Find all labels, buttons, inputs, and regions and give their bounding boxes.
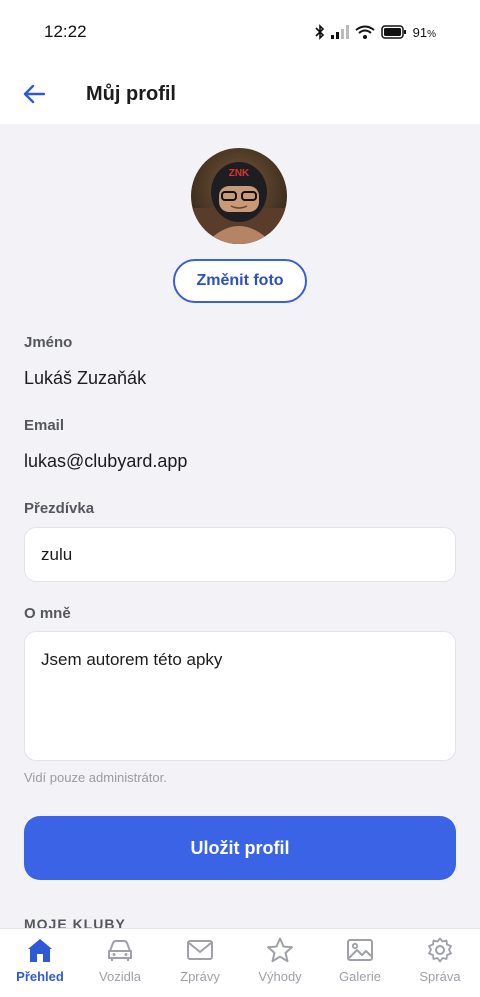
name-label: Jméno (24, 334, 73, 351)
save-profile-button[interactable]: Uložit profil (24, 816, 456, 880)
home-icon (28, 939, 52, 962)
nav-item-zpravy[interactable]: Zprávy (160, 937, 240, 984)
nickname-input[interactable] (24, 527, 456, 582)
nav-item-vozidla[interactable]: Vozidla (80, 937, 160, 984)
bluetooth-icon (315, 24, 324, 40)
nav-label-vyhody: Výhody (258, 969, 302, 984)
avatar: ZNK (191, 148, 287, 244)
change-photo-button[interactable]: Změnit foto (173, 259, 307, 303)
image-icon (347, 939, 373, 961)
clubs-heading: MOJE KLUBY (24, 916, 126, 928)
battery-icon (380, 25, 406, 39)
back-button[interactable] (14, 74, 54, 114)
app-bar: Můj profil (0, 64, 480, 124)
wifi-icon (355, 25, 375, 39)
avatar-image: ZNK (191, 148, 287, 244)
nav-label-prehled: Přehled (16, 969, 64, 984)
nav-label-vozidla: Vozidla (99, 969, 141, 984)
bottom-nav: Přehled Vozidla Zprávy Výhody Galerie Sp… (0, 928, 480, 997)
email-value: lukas@clubyard.app (24, 451, 188, 471)
about-textarea[interactable]: Jsem autorem této apky (24, 631, 456, 761)
avatar-text: ZNK (229, 168, 250, 179)
nav-label-zpravy: Zprávy (180, 969, 220, 984)
nav-item-vyhody[interactable]: Výhody (240, 937, 320, 984)
battery-percent: 91% (412, 24, 436, 40)
name-value: Lukáš Zuzaňák (24, 368, 147, 388)
nav-item-sprava[interactable]: Správa (400, 937, 480, 984)
nav-item-prehled[interactable]: Přehled (0, 937, 80, 984)
arrow-left-icon (23, 84, 45, 104)
page-title: Můj profil (86, 82, 176, 105)
status-time: 12:22 (44, 22, 87, 41)
about-hint: Vidí pouze administrátor. (24, 770, 167, 785)
nickname-label: Přezdívka (24, 500, 95, 517)
signal-icon (330, 25, 349, 39)
about-label: O mně (24, 605, 71, 622)
car-icon (108, 940, 132, 961)
nav-label-sprava: Správa (419, 969, 461, 984)
mail-icon (187, 940, 213, 960)
nav-label-galerie: Galerie (339, 969, 381, 984)
gear-icon (428, 937, 452, 963)
profile-form: ZNK Změnit foto Jméno Lukáš Zuzaňák Emai… (0, 124, 480, 928)
email-label: Email (24, 417, 65, 434)
status-bar: 12:22 91% (0, 0, 480, 64)
star-icon (267, 937, 293, 963)
nav-item-galerie[interactable]: Galerie (320, 937, 400, 984)
status-icons: 91% (315, 24, 436, 40)
